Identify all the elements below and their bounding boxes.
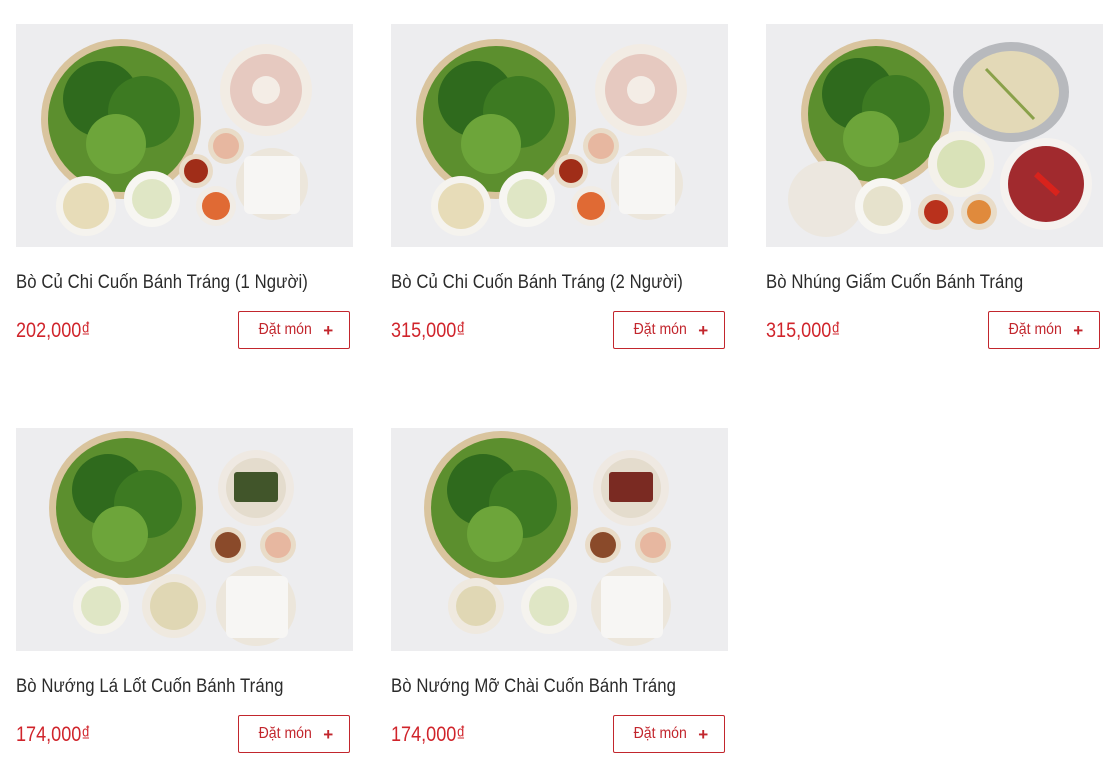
dish-photo[interactable] bbox=[766, 24, 1103, 247]
dish-price: 174,000₫ bbox=[391, 723, 466, 746]
plus-icon: + bbox=[323, 320, 334, 340]
order-button[interactable]: Đặt món + bbox=[613, 311, 725, 349]
order-button-label: Đặt món bbox=[258, 725, 312, 742]
plus-icon: + bbox=[323, 724, 334, 744]
dish-name[interactable]: Bò Nướng Mỡ Chài Cuốn Bánh Tráng bbox=[391, 676, 688, 698]
mo-chai-grilled-beef-photo bbox=[391, 428, 728, 651]
dish-name[interactable]: Bò Củ Chi Cuốn Bánh Tráng (1 Người) bbox=[16, 272, 313, 294]
order-button[interactable]: Đặt món + bbox=[613, 715, 725, 753]
order-button-label: Đặt món bbox=[633, 321, 687, 338]
order-button-label: Đặt món bbox=[1008, 321, 1062, 338]
dish-name[interactable]: Bò Nướng Lá Lốt Cuốn Bánh Tráng bbox=[16, 676, 313, 698]
dish-name[interactable]: Bò Nhúng Giấm Cuốn Bánh Tráng bbox=[766, 272, 1063, 294]
banh-trang-beef-platter-photo bbox=[391, 24, 728, 247]
order-button-label: Đặt món bbox=[633, 725, 687, 742]
order-button[interactable]: Đặt món + bbox=[988, 311, 1100, 349]
dish-photo[interactable] bbox=[16, 24, 353, 247]
menu-grid-page: { "menu": { "order_label": "Đặt món", "p… bbox=[0, 0, 1111, 768]
dish-price: 202,000₫ bbox=[16, 319, 91, 342]
plus-icon: + bbox=[698, 724, 709, 744]
plus-icon: + bbox=[698, 320, 709, 340]
dish-photo[interactable] bbox=[391, 24, 728, 247]
plus-icon: + bbox=[1073, 320, 1084, 340]
dish-price: 315,000₫ bbox=[391, 319, 466, 342]
dish-name[interactable]: Bò Củ Chi Cuốn Bánh Tráng (2 Người) bbox=[391, 272, 688, 294]
vinegar-hotpot-beef-photo bbox=[766, 24, 1103, 247]
order-button[interactable]: Đặt món + bbox=[238, 311, 350, 349]
la-lot-grilled-beef-photo bbox=[16, 428, 353, 651]
order-button[interactable]: Đặt món + bbox=[238, 715, 350, 753]
banh-trang-beef-platter-photo bbox=[16, 24, 353, 247]
dish-photo[interactable] bbox=[391, 428, 728, 651]
dish-price: 174,000₫ bbox=[16, 723, 91, 746]
dish-photo[interactable] bbox=[16, 428, 353, 651]
dish-price: 315,000₫ bbox=[766, 319, 841, 342]
order-button-label: Đặt món bbox=[258, 321, 312, 338]
